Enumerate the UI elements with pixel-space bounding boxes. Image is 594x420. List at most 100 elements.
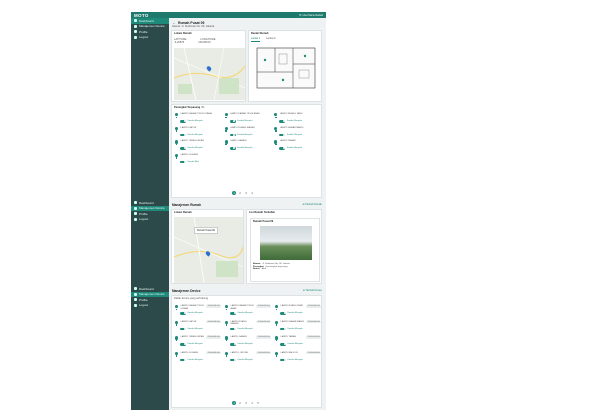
device-toggle[interactable] — [230, 327, 236, 331]
add-house-label: Tambah Rumah — [305, 203, 322, 206]
device-item[interactable]: LAMPU GUDANG TERHUBUNG Kondisi Menyala — [174, 351, 221, 362]
device-item[interactable]: LAMPU GUDANG Kondisi Mati — [174, 153, 222, 164]
device-toggle[interactable] — [280, 358, 286, 362]
page-button[interactable]: 3 — [244, 401, 248, 405]
lightbulb-icon — [174, 153, 179, 160]
dashboard-icon — [134, 201, 137, 205]
device-item[interactable]: LAMPU RUANG TAMU Kondisi Menyala — [273, 113, 321, 123]
device-item[interactable]: LAMPU LORONG TERHUBUNG Kondisi Menyala — [224, 351, 271, 362]
device-name: LAMPU KAMAR TIDUR UTAMA — [180, 305, 204, 310]
device-toggle[interactable] — [230, 312, 236, 315]
device-status: Kondisi Menyala — [237, 133, 253, 136]
logout-icon — [134, 303, 137, 307]
device-toggle[interactable] — [229, 147, 236, 150]
page-button[interactable]: 4 — [250, 401, 254, 405]
device-item[interactable]: LAMPU TERAS DEPAN TERHUBUNG Kondisi Menyal… — [174, 336, 221, 346]
lightbulb-icon — [174, 140, 179, 146]
status-badge: TERHUBUNG — [306, 320, 321, 324]
floorplan-drawing[interactable] — [253, 44, 319, 94]
house-details: Alamat Jl. Sudirman No. 09, Jakarta Perang… — [253, 263, 319, 271]
device-grid: LAMPU KAMAR TIDUR UTAMA TERHUBUNG Kondisi … — [174, 305, 321, 362]
add-device-link[interactable]: ⊕ Tambah Device — [303, 289, 322, 292]
longitude-value: 106.84513 — [198, 41, 211, 44]
device-toggle[interactable] — [180, 358, 186, 362]
device-item[interactable]: LAMPU DAPUR TERHUBUNG Kondisi Menyala — [174, 320, 221, 331]
page-button[interactable]: 5 — [256, 401, 260, 405]
device-item[interactable]: LAMPU RUANG MAKAN TERHUBUNG Kondisi Menyal… — [224, 320, 271, 331]
device-toggle[interactable] — [180, 327, 186, 331]
device-item[interactable]: LAMPU KAMAR MANDI Kondisi Menyala — [273, 126, 321, 137]
device-item[interactable]: LAMPU GARASI Kondisi Menyala — [224, 140, 272, 150]
sidebar-item-logout[interactable]: Logout — [131, 35, 169, 41]
status-badge: TERHUBUNG — [206, 305, 221, 308]
status-badge: TERHUBUNG — [206, 336, 221, 339]
house-item[interactable]: Rumah Pusat 09 Alamat Jl. Sudirman No. 09… — [250, 218, 320, 282]
page-button[interactable]: 2 — [238, 401, 242, 405]
house-map-card: Lokasi Rumah Rumah Pusat 09 — [171, 209, 244, 284]
device-name: LAMPU RUANG MAKAN — [230, 320, 247, 326]
device-item[interactable]: LAMPU DAPUR Kondisi Menyala — [174, 126, 222, 137]
device-item[interactable]: LAMPU KAMAR TIDUR ANAK Kondisi Menyala — [224, 113, 272, 123]
map-roads — [174, 48, 245, 100]
device-status: Kondisi Menyala — [287, 327, 303, 330]
sidebar-item-logout[interactable]: Logout — [131, 303, 169, 309]
device-name: LAMPU KAMAR MANDI — [279, 126, 304, 129]
house-popup[interactable]: Rumah Pusat 09 — [194, 227, 218, 234]
house-list-card: List Rumah Terdaftar Rumah Pusat 09 Alam… — [246, 209, 322, 284]
device-item[interactable]: LAMPU GARASI TERHUBUNG Kondisi Menyala — [224, 336, 271, 346]
device-toggle[interactable] — [280, 343, 286, 346]
house-photo — [260, 226, 312, 260]
device-toggle[interactable] — [180, 133, 186, 137]
house-item-title: Rumah Pusat 09 — [253, 220, 274, 223]
device-toggle[interactable] — [180, 312, 186, 315]
device-name: LAMPU TAMAN — [279, 140, 296, 143]
sidebar-item-logout[interactable]: Logout — [131, 217, 169, 223]
device-item[interactable]: LAMPU KAMAR TIDUR ANAK TERHUBUNG Kondisi M… — [224, 305, 271, 315]
lightbulb-icon — [174, 336, 179, 342]
device-toggle[interactable] — [229, 133, 236, 137]
house-map[interactable]: Rumah Pusat 09 — [174, 217, 243, 283]
lightbulb-icon — [224, 320, 229, 327]
page-button[interactable]: 2 — [238, 191, 242, 195]
page-button[interactable]: 1 — [232, 191, 236, 195]
page-button[interactable]: 4 — [250, 191, 254, 195]
device-toggle[interactable] — [229, 120, 236, 123]
device-item[interactable]: LAMPU KAMAR MANDI TERHUBUNG Kondisi Menyal… — [274, 320, 321, 331]
page-button[interactable]: 1 — [232, 401, 236, 405]
device-toggle[interactable] — [230, 358, 236, 362]
device-toggle[interactable] — [180, 147, 186, 150]
device-status: Kondisi Menyala — [287, 343, 303, 346]
tab-lantai-2[interactable]: Lantai 2 — [266, 37, 275, 42]
device-toggle[interactable] — [180, 343, 186, 346]
sidebar: Dashboard Manajemen Device Profile Logou… — [131, 18, 169, 200]
device-item[interactable]: LAMPU TAMAN TERHUBUNG Kondisi Menyala — [274, 336, 321, 346]
main-content: Manajemen Device ⊕ Tambah Device Daftar … — [169, 286, 326, 410]
device-item[interactable]: LAMPU BALKON TERHUBUNG Kondisi Menyala — [274, 351, 321, 362]
device-toggle[interactable] — [279, 147, 286, 150]
user-menu[interactable]: Hi, User Name Default — [299, 14, 323, 17]
device-status: Kondisi Menyala — [286, 147, 303, 150]
lightbulb-icon — [224, 113, 229, 119]
tab-lantai-1[interactable]: Lantai 1 — [251, 37, 261, 42]
device-name: LAMPU TAMAN — [280, 336, 297, 339]
location-map[interactable] — [174, 48, 245, 100]
device-item[interactable]: LAMPU TERAS DEPAN Kondisi Menyala — [174, 140, 222, 150]
device-toggle[interactable] — [279, 133, 286, 137]
device-toggle[interactable] — [180, 160, 186, 164]
device-toggle[interactable] — [279, 120, 286, 123]
device-toggle[interactable] — [230, 343, 236, 346]
page-button[interactable]: 3 — [244, 191, 248, 195]
device-item[interactable]: LAMPU KAMAR TIDUR UTAMA Kondisi Menyala — [174, 113, 222, 123]
dashboard-icon — [134, 19, 137, 23]
add-house-link[interactable]: ⊕ Tambah Rumah — [303, 203, 323, 206]
device-item[interactable]: LAMPU TAMAN Kondisi Menyala — [273, 140, 321, 150]
status-badge: TERHUBUNG — [206, 351, 221, 355]
device-toggle[interactable] — [280, 327, 286, 331]
device-toggle[interactable] — [180, 120, 186, 123]
device-item[interactable]: LAMPU KAMAR TIDUR UTAMA TERHUBUNG Kondisi … — [174, 305, 221, 315]
device-item[interactable]: LAMPU RUANG TAMU TERHUBUNG Kondisi Menyala — [274, 305, 321, 315]
device-toggle[interactable] — [280, 312, 286, 315]
device-item[interactable]: LAMPU RUANG MAKAN Kondisi Menyala — [224, 126, 272, 137]
main-content: ← Rumah Pusat 09 Alamat: Jl. Sudirman No… — [169, 18, 326, 200]
device-list-subtitle: Daftar device yang terhubung — [174, 297, 209, 300]
